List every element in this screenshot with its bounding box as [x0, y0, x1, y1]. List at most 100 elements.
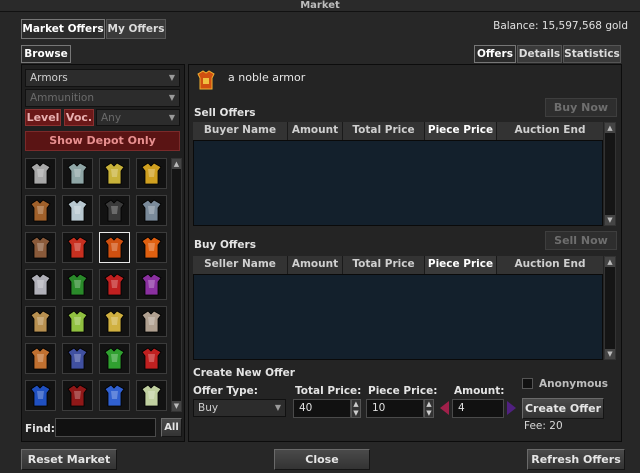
anonymous-checkbox[interactable] [522, 378, 533, 389]
column-header-sorted[interactable]: Piece Price [425, 256, 497, 274]
column-header[interactable]: Total Price [343, 256, 425, 274]
item-slot[interactable] [136, 343, 167, 374]
increase-amount-icon[interactable] [507, 401, 516, 415]
offer-type-select[interactable]: Buy ▼ [193, 399, 286, 417]
item-slot[interactable] [136, 269, 167, 300]
item-slot[interactable] [25, 380, 56, 411]
window-title: Market [0, 0, 640, 12]
sell-now-button[interactable]: Sell Now [545, 231, 617, 250]
item-slot[interactable] [25, 232, 56, 263]
piece-price-spinner[interactable]: ▲ ▼ [424, 399, 434, 418]
vocation-select[interactable]: Any ▼ [96, 109, 180, 126]
item-slot[interactable] [99, 158, 130, 189]
piece-price-input[interactable]: 10 [366, 399, 424, 418]
item-slot[interactable] [99, 343, 130, 374]
column-header-sorted[interactable]: Piece Price [425, 122, 497, 140]
scroll-down-icon[interactable]: ▼ [172, 401, 181, 411]
item-slot[interactable] [25, 158, 56, 189]
reset-market-button[interactable]: Reset Market [21, 449, 117, 470]
item-slot[interactable] [136, 380, 167, 411]
item-slot[interactable] [99, 232, 130, 263]
item-slot[interactable] [99, 269, 130, 300]
refresh-offers-button[interactable]: Refresh Offers [527, 449, 625, 470]
column-header[interactable]: Amount [288, 256, 343, 274]
item-slot[interactable] [62, 195, 93, 226]
item-slot[interactable] [62, 158, 93, 189]
close-button[interactable]: Close [274, 449, 370, 470]
buy-offers-table[interactable] [193, 274, 603, 360]
sell-offers-header: Buyer Name Amount Total Price Piece Pric… [193, 122, 603, 140]
item-slot[interactable] [99, 380, 130, 411]
scroll-down-icon[interactable]: ▼ [605, 349, 615, 359]
column-header[interactable]: Amount [288, 122, 343, 140]
elven-robe-icon [137, 381, 166, 412]
level-filter-button[interactable]: Level [25, 109, 61, 126]
total-price-spinner[interactable]: ▲ ▼ [351, 399, 361, 418]
tunic-icon [26, 344, 55, 376]
column-header[interactable]: Auction End [497, 122, 603, 140]
paladin-armor-icon [100, 307, 129, 339]
buy-now-button[interactable]: Buy Now [545, 98, 617, 117]
item-slot[interactable] [25, 306, 56, 337]
sell-offers-table[interactable] [193, 140, 603, 226]
knight-armor-icon [137, 307, 166, 339]
item-slot[interactable] [136, 306, 167, 337]
elven-mail-icon [63, 307, 92, 339]
find-input[interactable] [55, 418, 156, 437]
item-slot[interactable] [62, 343, 93, 374]
tab-details[interactable]: Details [517, 45, 562, 63]
scroll-up-icon[interactable]: ▲ [605, 123, 615, 133]
tab-browse[interactable]: Browse [21, 45, 71, 63]
item-slot[interactable] [62, 269, 93, 300]
item-slot[interactable] [25, 343, 56, 374]
noble-armor-icon [194, 68, 218, 92]
sell-offers-title: Sell Offers [194, 107, 256, 119]
tab-market-offers[interactable]: Market Offers [21, 19, 105, 39]
golden-armor-icon [100, 159, 129, 191]
subcategory-value: Ammunition [30, 92, 94, 104]
leather-armor-icon [26, 196, 55, 228]
show-depot-only-button[interactable]: Show Depot Only [25, 131, 180, 151]
buy-offers-scrollbar[interactable]: ▲ ▼ [604, 256, 616, 360]
fee-label: Fee: 20 [524, 420, 563, 432]
amount-input[interactable]: 4 [452, 399, 504, 418]
column-header[interactable]: Total Price [343, 122, 425, 140]
category-value: Armors [30, 72, 68, 84]
create-offer-button[interactable]: Create Offer [522, 398, 604, 419]
all-button[interactable]: All [161, 418, 182, 437]
selected-item-name: a noble armor [228, 71, 306, 84]
total-price-input[interactable]: 40 [293, 399, 351, 418]
item-grid-scrollbar[interactable]: ▲ ▼ [171, 158, 182, 412]
item-slot[interactable] [62, 306, 93, 337]
buy-offers-header: Seller Name Amount Total Price Piece Pri… [193, 256, 603, 274]
sell-offers-scrollbar[interactable]: ▲ ▼ [604, 122, 616, 226]
tab-my-offers[interactable]: My Offers [106, 19, 166, 39]
scroll-down-icon[interactable]: ▼ [605, 215, 615, 225]
skull-armor-icon [26, 270, 55, 302]
item-slot[interactable] [62, 380, 93, 411]
decrease-amount-icon[interactable] [440, 401, 449, 415]
item-slot[interactable] [25, 195, 56, 226]
find-label: Find: [25, 423, 55, 435]
item-slot[interactable] [25, 269, 56, 300]
tab-statistics[interactable]: Statistics [563, 45, 621, 63]
scroll-up-icon[interactable]: ▲ [172, 159, 181, 169]
vocation-filter-button[interactable]: Voc. [64, 109, 94, 126]
item-slot[interactable] [136, 232, 167, 263]
blue-coat-icon [63, 344, 92, 376]
item-slot[interactable] [99, 195, 130, 226]
scroll-up-icon[interactable]: ▲ [605, 257, 615, 267]
offer-type-label: Offer Type: [193, 385, 258, 397]
column-header[interactable]: Seller Name [193, 256, 288, 274]
subcategory-select[interactable]: Ammunition ▼ [25, 89, 180, 107]
item-slot[interactable] [99, 306, 130, 337]
column-header[interactable]: Auction End [497, 256, 603, 274]
item-slot[interactable] [62, 232, 93, 263]
chevron-down-icon: ▼ [168, 73, 175, 82]
tab-offers[interactable]: Offers [474, 45, 516, 63]
category-select[interactable]: Armors ▼ [25, 69, 180, 87]
column-header[interactable]: Buyer Name [193, 122, 288, 140]
item-slot[interactable] [136, 158, 167, 189]
item-slot[interactable] [136, 195, 167, 226]
amount-label: Amount: [454, 385, 505, 397]
